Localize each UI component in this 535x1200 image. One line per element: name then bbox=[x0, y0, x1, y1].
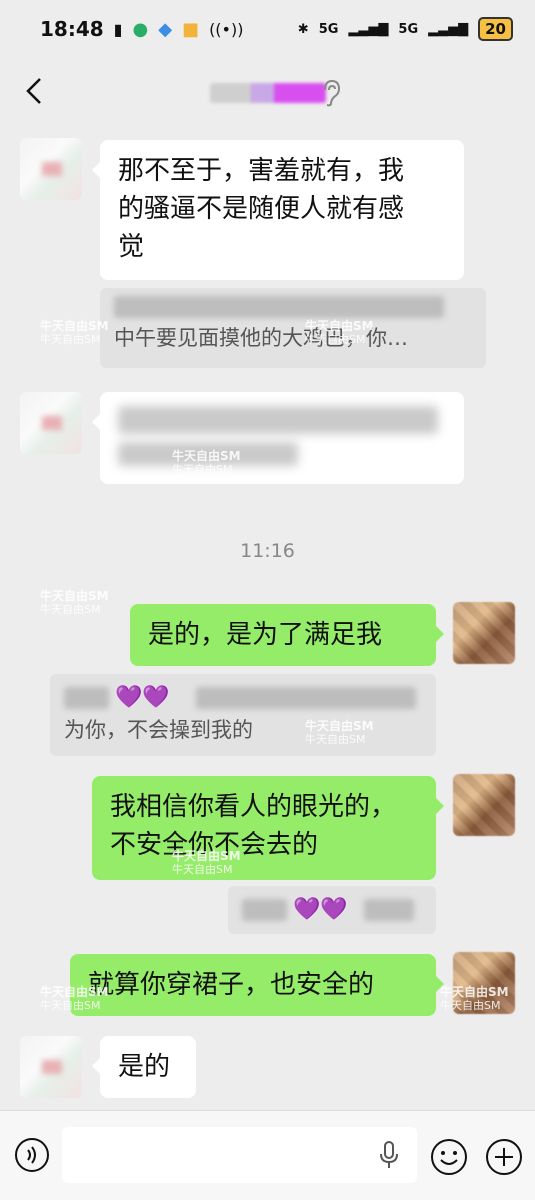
blurred-text bbox=[64, 687, 109, 709]
back-button[interactable] bbox=[20, 76, 50, 106]
message-bubble[interactable] bbox=[92, 392, 464, 484]
watermark-sub: 牛天自由SM bbox=[40, 603, 101, 616]
chat-header bbox=[0, 58, 535, 128]
message-bubble[interactable]: 我相信你看人的眼光的， 不安全你不会去的 bbox=[92, 776, 444, 880]
quoted-message[interactable]: 💜💜 为你，不会操到我的 bbox=[50, 674, 436, 756]
chat-title-blurred bbox=[209, 83, 326, 103]
bluetooth-icon: ✱ bbox=[297, 21, 309, 37]
quoted-text: 中午要见面摸他的大鸡巴，你… bbox=[114, 326, 408, 350]
heart-emoji: 💜💜 bbox=[293, 897, 348, 922]
watermark-sub: 牛天自由SM bbox=[40, 333, 101, 346]
status-bar: 18:48 ▮ ● ◆ ■ ((•)) ✱ 5G ▂▃▅▇ 5G ▂▃▅▇ 20 bbox=[0, 0, 535, 58]
message-text: 觉 bbox=[118, 232, 145, 262]
voice-icon bbox=[15, 1138, 49, 1172]
chat-messages[interactable]: 那不至于，害羞就有，我 的骚逼不是随便人就有感 觉 中午要见面摸他的大鸡巴，你…… bbox=[0, 130, 535, 1110]
message-bubble[interactable]: 是的，是为了满足我 bbox=[130, 604, 444, 666]
weather-icon: ■ bbox=[182, 18, 200, 40]
app-icon: ◆ bbox=[158, 18, 173, 40]
message-text: 是的 bbox=[118, 1052, 171, 1082]
chevron-left-icon bbox=[26, 78, 41, 104]
watermark: 牛天自由SM 牛天自由SM bbox=[40, 589, 109, 617]
signal-label-2: 5G bbox=[398, 21, 419, 37]
microphone-icon[interactable] bbox=[378, 1140, 400, 1170]
message-text: 那不至于，害羞就有，我 bbox=[118, 156, 405, 186]
watermark-title: 牛天自由SM bbox=[40, 319, 109, 333]
message-text: 不安全你不会去的 bbox=[110, 830, 319, 860]
message-bubble[interactable]: 那不至于，害羞就有，我 的骚逼不是随便人就有感 觉 bbox=[92, 140, 464, 280]
blurred-text bbox=[118, 442, 298, 466]
plus-icon bbox=[486, 1139, 522, 1175]
message-input[interactable] bbox=[62, 1127, 417, 1183]
emoji-button[interactable] bbox=[430, 1138, 468, 1176]
more-button[interactable] bbox=[485, 1138, 523, 1176]
message-bubble[interactable]: 就算你穿裙子，也安全的 bbox=[70, 954, 444, 1016]
signal-label-1: 5G bbox=[318, 21, 339, 37]
wechat-icon: ● bbox=[132, 18, 149, 40]
blurred-text bbox=[195, 687, 416, 709]
heart-emoji: 💜💜 bbox=[115, 685, 170, 710]
quoted-message[interactable]: 💜💜 bbox=[228, 886, 436, 934]
notification-icon: ▮ bbox=[113, 19, 123, 39]
avatar[interactable] bbox=[453, 774, 515, 836]
avatar[interactable] bbox=[453, 952, 515, 1014]
message-text: 的骚逼不是随便人就有感 bbox=[118, 194, 405, 224]
message-bubble[interactable]: 是的 bbox=[92, 1036, 196, 1098]
hotspot-icon: ((•)) bbox=[209, 19, 244, 39]
timestamp: 11:16 bbox=[240, 540, 295, 562]
smiley-icon bbox=[431, 1139, 467, 1175]
blurred-text bbox=[242, 899, 287, 921]
voice-toggle-button[interactable] bbox=[14, 1137, 50, 1173]
blurred-text bbox=[363, 899, 414, 921]
watermark: 牛天自由SM 牛天自由SM bbox=[40, 319, 109, 347]
quoted-text: 为你，不会操到我的 bbox=[64, 718, 253, 742]
battery-indicator: 20 bbox=[478, 17, 513, 41]
avatar[interactable] bbox=[20, 138, 82, 200]
blurred-text bbox=[118, 406, 438, 434]
ear-icon bbox=[318, 78, 344, 108]
message-text: 是的，是为了满足我 bbox=[148, 620, 383, 650]
watermark-title: 牛天自由SM bbox=[40, 589, 109, 603]
signal-icon: ▂▃▅▇ bbox=[348, 21, 389, 37]
avatar[interactable] bbox=[453, 602, 515, 664]
status-time: 18:48 bbox=[40, 17, 104, 41]
avatar[interactable] bbox=[20, 392, 82, 454]
message-text: 我相信你看人的眼光的， bbox=[110, 792, 397, 822]
signal-icon: ▂▃▅▇ bbox=[428, 21, 469, 37]
quoted-message[interactable]: 中午要见面摸他的大鸡巴，你… bbox=[100, 288, 486, 368]
blurred-text bbox=[114, 296, 444, 318]
message-text: 就算你穿裙子，也安全的 bbox=[88, 970, 375, 1000]
avatar[interactable] bbox=[20, 1036, 82, 1098]
